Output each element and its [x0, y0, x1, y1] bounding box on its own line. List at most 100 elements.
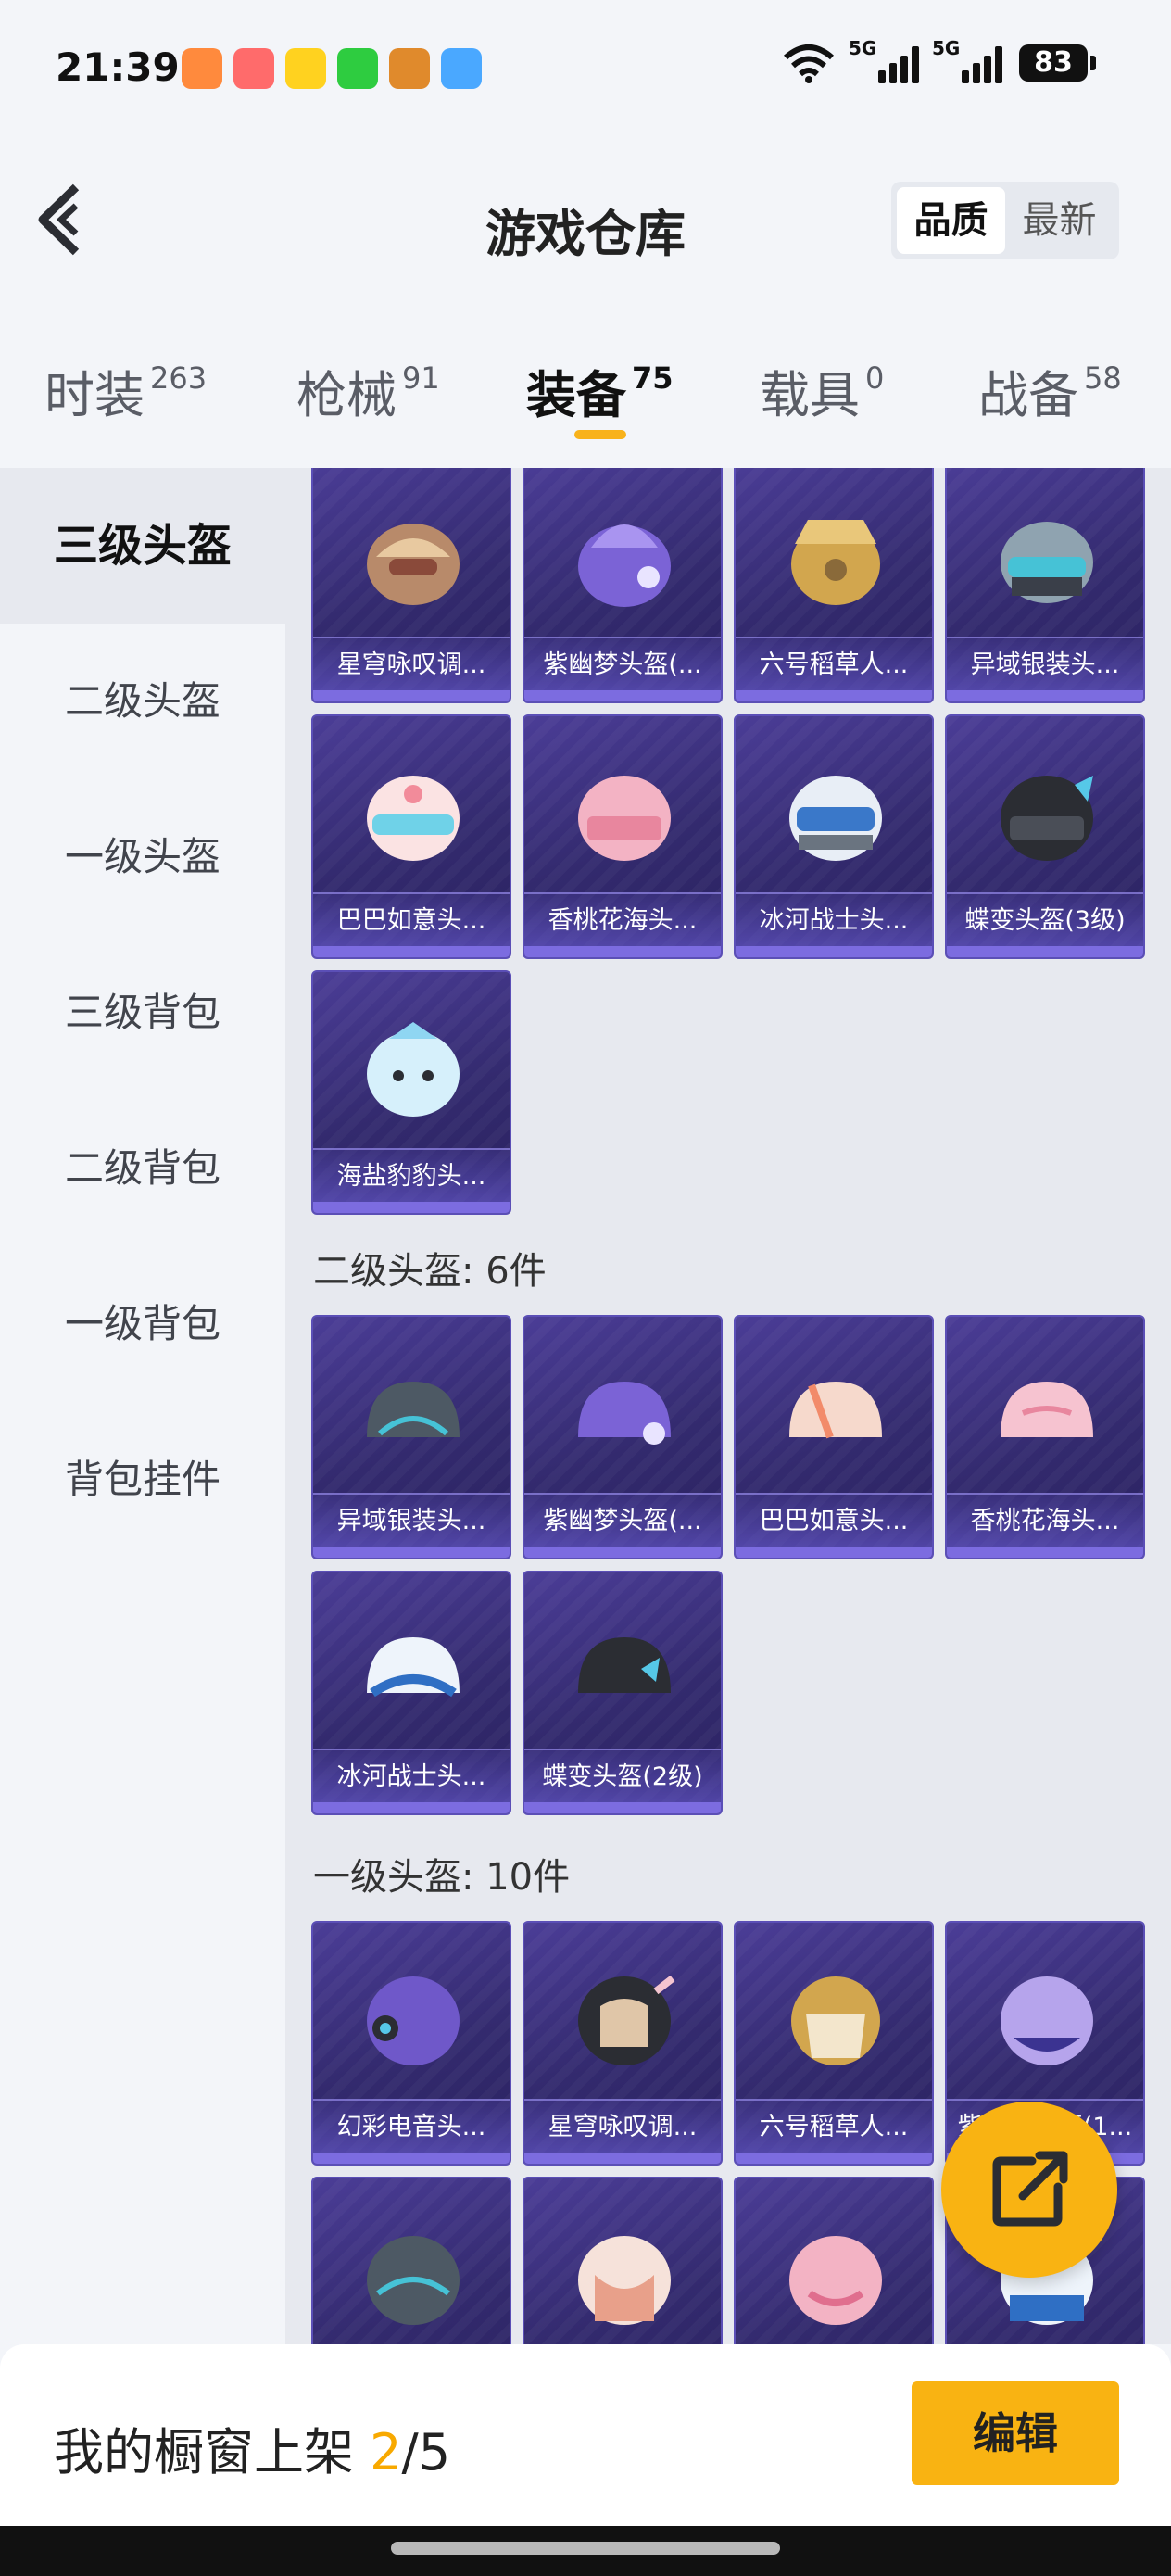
helmet-icon [367, 776, 460, 861]
item-card[interactable]: 异域银装头... [945, 468, 1145, 703]
helmet-icon [367, 1382, 460, 1437]
item-card[interactable]: 星穹咏叹调... [523, 1921, 723, 2166]
item-card[interactable]: 紫幽梦头盔(... [523, 468, 723, 703]
battery-icon: 83 [1019, 44, 1096, 82]
network-type-label: 5G [849, 37, 877, 59]
helmet-icon [367, 1976, 460, 2065]
cell-signal-icon: 5G [932, 37, 1002, 83]
item-name: 异域银装头... [947, 637, 1143, 690]
helmet-icon [578, 524, 671, 607]
helmet-icon [789, 1382, 882, 1439]
helmet-icon [578, 1637, 671, 1693]
tab-count: 91 [402, 360, 440, 396]
helmet-icon [578, 776, 671, 861]
tab-count: 58 [1084, 360, 1122, 396]
sidebar-item-level2-backpack[interactable]: 二级背包 [0, 1091, 285, 1246]
helmet-icon [367, 2236, 460, 2325]
status-bar: 21:39 5G 5G 83 [0, 0, 1171, 139]
tab-label: 战备 [978, 366, 1078, 424]
item-card[interactable]: 冰河战士头... [734, 714, 934, 959]
item-name: 六号稻草人... [736, 2099, 932, 2153]
item-name: 蝶变头盔(2级) [524, 1749, 721, 1802]
helmet-icon [367, 524, 460, 605]
home-indicator[interactable] [391, 2542, 780, 2555]
network-type-label: 5G [932, 37, 961, 59]
tab-label: 枪械 [296, 366, 397, 424]
item-card[interactable]: 星穹咏叹调... [311, 468, 511, 703]
helmet-icon [1001, 1382, 1093, 1437]
item-card[interactable]: 巴巴如意头... [311, 714, 511, 959]
item-name: 巴巴如意头... [313, 892, 510, 946]
item-card[interactable]: 冰河战士头... [311, 1571, 511, 1815]
showcase-prefix: 我的橱窗上架 [54, 2423, 371, 2481]
item-card[interactable]: 六号稻草人... [734, 468, 934, 703]
share-button[interactable] [941, 2102, 1117, 2278]
item-card[interactable]: 异域银装头... [311, 1315, 511, 1559]
tab-count: 75 [632, 360, 674, 396]
helmet-icon [578, 1975, 675, 2065]
sidebar-item-backpack-charm[interactable]: 背包挂件 [0, 1402, 285, 1558]
item-name: 冰河战士头... [736, 892, 932, 946]
bottom-bar: 我的橱窗上架 2/5 编辑 [0, 2344, 1171, 2530]
sidebar-item-level3-backpack[interactable]: 三级背包 [0, 935, 285, 1091]
sidebar-item-level1-backpack[interactable]: 一级背包 [0, 1246, 285, 1402]
tab-weapons[interactable]: 枪械 91 [296, 354, 440, 427]
tab-supplies[interactable]: 战备 58 [978, 354, 1122, 427]
helmet-icon [367, 1022, 460, 1117]
notification-app-icon [389, 48, 430, 89]
item-card[interactable]: 香桃花海头... [523, 714, 723, 959]
helmet-icon [789, 776, 882, 861]
active-tab-indicator [574, 430, 626, 439]
item-card[interactable]: 蝶变头盔(3级) [945, 714, 1145, 959]
item-card[interactable]: 幻彩电音头... [311, 1921, 511, 2166]
helmet-icon [1001, 776, 1093, 861]
item-name: 星穹咏叹调... [524, 2099, 721, 2153]
item-name: 蝶变头盔(3级) [947, 892, 1143, 946]
page-header: 游戏仓库 品质 最新 [0, 139, 1171, 306]
sidebar: 三级头盔 二级头盔 一级头盔 三级背包 二级背包 一级背包 背包挂件 [0, 468, 285, 2344]
tab-label: 时装 [44, 366, 145, 424]
item-name: 香桃花海头... [524, 892, 721, 946]
item-name: 六号稻草人... [736, 637, 932, 690]
helmet-icon [791, 520, 880, 605]
edit-button[interactable]: 编辑 [912, 2381, 1119, 2485]
item-card[interactable] [734, 2177, 934, 2344]
item-card[interactable]: 香桃花海头... [945, 1315, 1145, 1559]
sidebar-item-level3-helmet[interactable]: 三级头盔 [0, 468, 285, 624]
sidebar-item-level2-helmet[interactable]: 二级头盔 [0, 624, 285, 779]
item-name: 紫幽梦头盔(... [524, 637, 721, 690]
category-tabs: 时装 263 枪械 91 装备 75 载具 0 战备 58 [0, 306, 1171, 468]
tab-equipment[interactable]: 装备 75 [526, 354, 674, 427]
item-card[interactable]: 海盐豹豹头... [311, 970, 511, 1215]
tab-count: 0 [865, 360, 885, 396]
item-name: 紫幽梦头盔(... [524, 1493, 721, 1547]
sort-quality-button[interactable]: 品质 [897, 187, 1005, 254]
item-card[interactable] [311, 2177, 511, 2344]
item-card[interactable]: 紫幽梦头盔(... [523, 1315, 723, 1559]
notification-app-icon [441, 48, 482, 89]
cell-signal-icon: 5G [849, 37, 919, 83]
tab-fashion[interactable]: 时装 263 [44, 354, 207, 427]
helmet-icon [578, 2236, 671, 2325]
sidebar-item-level1-helmet[interactable]: 一级头盔 [0, 779, 285, 935]
item-name: 香桃花海头... [947, 1493, 1143, 1547]
helmet-icon [367, 1637, 460, 1698]
sort-latest-button[interactable]: 最新 [1005, 187, 1114, 254]
status-time: 21:39 [56, 44, 180, 90]
item-name: 海盐豹豹头... [313, 1148, 510, 1202]
helmet-icon [1001, 522, 1093, 603]
helmet-icon [578, 1382, 671, 1445]
item-name: 巴巴如意头... [736, 1493, 932, 1547]
wifi-icon [784, 44, 834, 83]
item-name: 异域银装头... [313, 1493, 510, 1547]
tab-vehicles[interactable]: 载具 0 [760, 354, 884, 427]
notification-app-icon [337, 48, 378, 89]
sort-toggle: 品质 最新 [891, 182, 1119, 259]
item-card[interactable] [523, 2177, 723, 2344]
notification-app-icon [182, 48, 222, 89]
status-icons: 5G 5G 83 [782, 37, 1096, 83]
item-card[interactable]: 六号稻草人... [734, 1921, 934, 2166]
item-card[interactable]: 巴巴如意头... [734, 1315, 934, 1559]
item-card[interactable]: 蝶变头盔(2级) [523, 1571, 723, 1815]
tab-label: 载具 [760, 366, 860, 424]
